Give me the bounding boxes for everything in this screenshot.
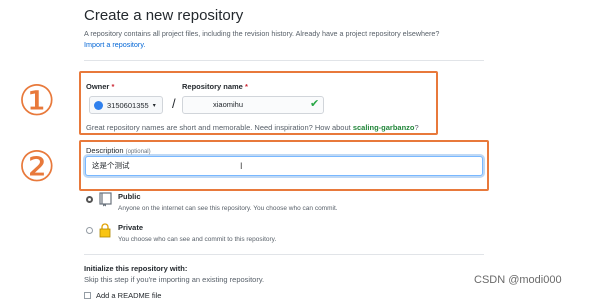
private-description: You choose who can see and commit to thi… <box>118 236 277 243</box>
repository-name-label: Repository name * <box>182 82 248 91</box>
owner-dropdown[interactable]: 3150601355 ▾ <box>89 96 163 114</box>
divider <box>84 60 484 61</box>
repo-icon <box>99 192 112 207</box>
name-suggestion[interactable]: scaling-garbanzo <box>353 123 415 132</box>
text-cursor-icon: I <box>240 161 243 171</box>
initialize-title: Initialize this repository with: <box>84 264 188 273</box>
add-readme-label: Add a README file <box>96 291 162 300</box>
owner-label: Owner * <box>86 82 115 91</box>
description-label: Description (optional) <box>86 146 151 155</box>
name-hint: Great repository names are short and mem… <box>86 123 419 132</box>
avatar <box>94 100 103 110</box>
divider <box>84 254 484 255</box>
public-title: Public <box>118 192 141 201</box>
chevron-down-icon: ▾ <box>152 102 156 109</box>
private-title: Private <box>118 223 144 232</box>
page-title: Create a new repository <box>84 7 244 24</box>
private-radio[interactable] <box>86 227 93 234</box>
check-icon: ✔ <box>310 98 320 110</box>
watermark: CSDN @modi000 <box>474 274 562 286</box>
initialize-description: Skip this step if you're importing an ex… <box>84 275 265 284</box>
repository-name-input[interactable]: xiaomihu <box>182 96 324 114</box>
public-radio[interactable] <box>86 196 93 203</box>
page-subtitle: A repository contains all project files,… <box>84 29 440 38</box>
lock-icon <box>99 223 111 238</box>
description-input[interactable]: 这是个测试 <box>85 156 483 176</box>
import-repository-link[interactable]: Import a repository. <box>84 40 145 49</box>
annotation-two: ② <box>18 142 56 191</box>
public-description: Anyone on the internet can see this repo… <box>118 205 338 212</box>
owner-value: 3150601355 <box>107 100 149 110</box>
annotation-one: ① <box>18 76 56 125</box>
owner-repo-separator: / <box>172 96 176 111</box>
